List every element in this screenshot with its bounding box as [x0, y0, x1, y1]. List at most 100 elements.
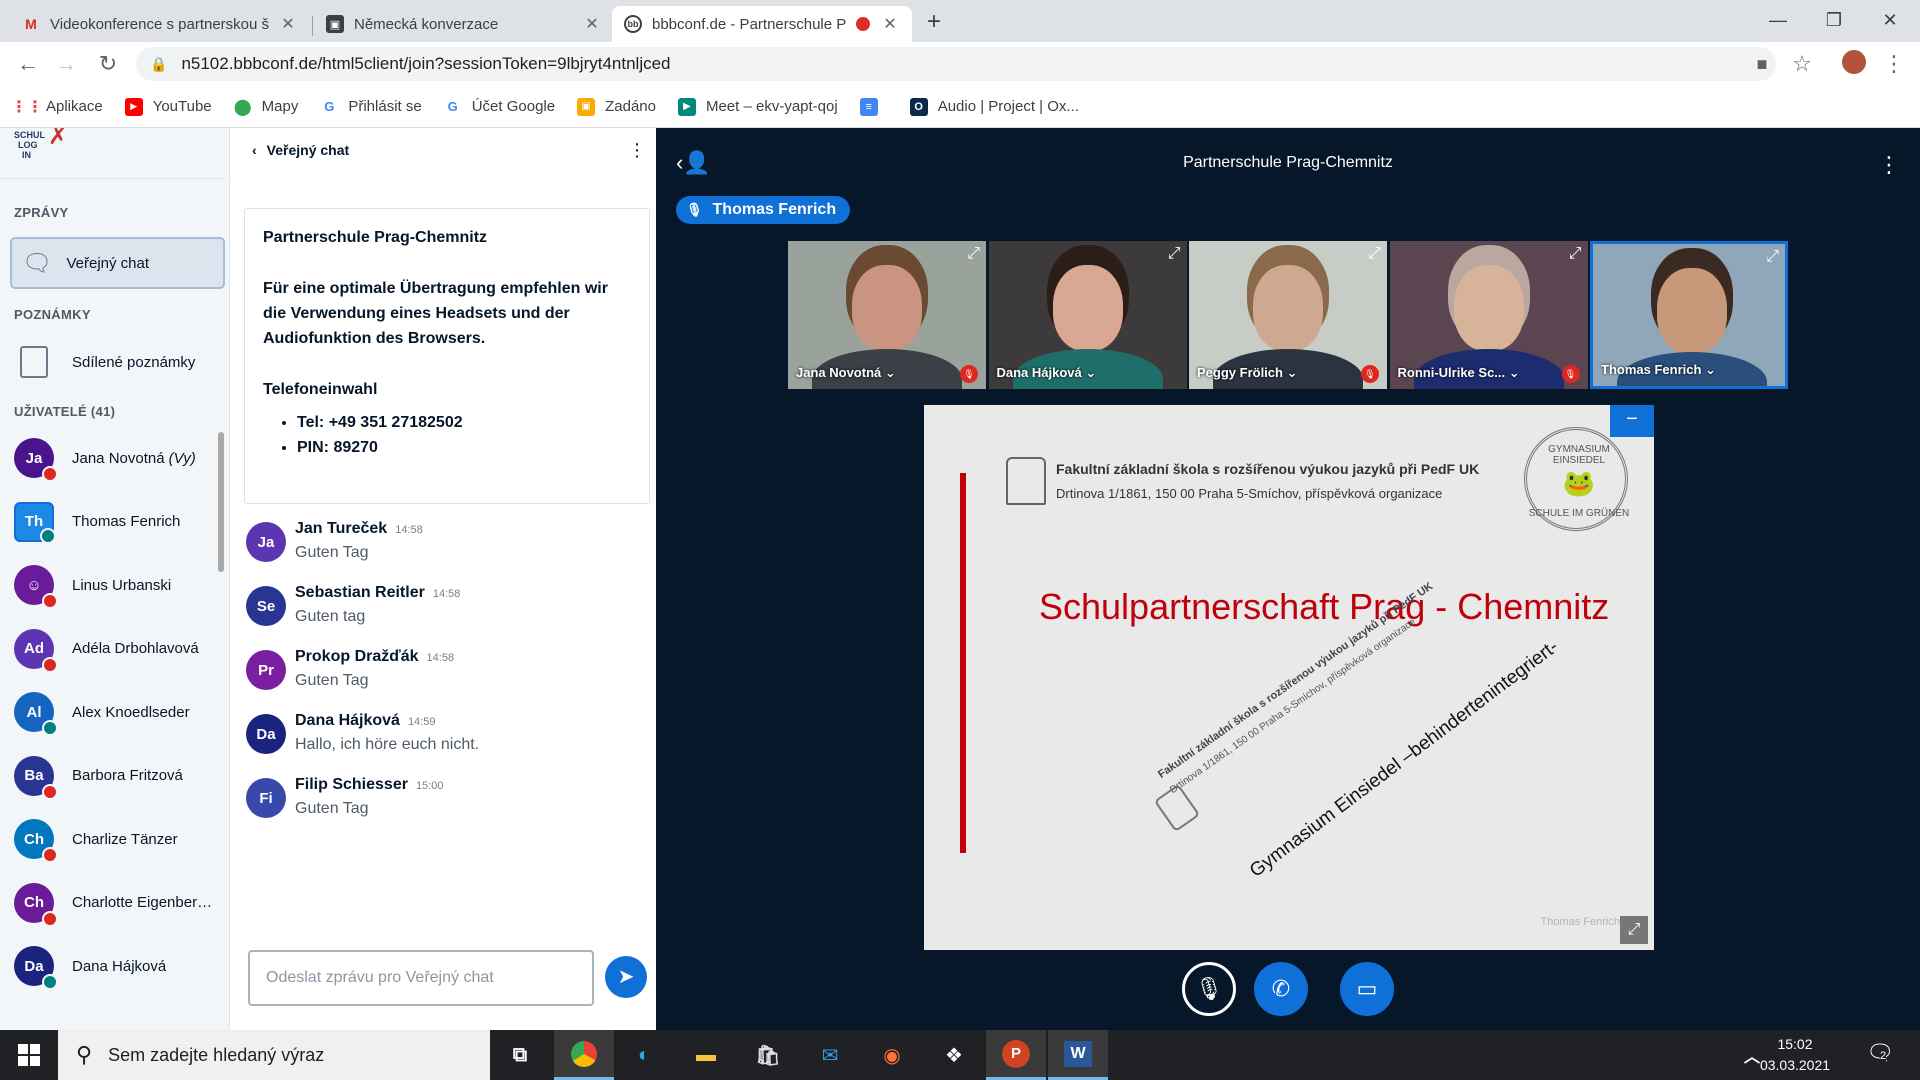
bookmark-signin[interactable]: G Přihlásit se — [320, 98, 421, 116]
webcam-tile[interactable]: ⤢ Thomas Fenrich ⌄ — [1590, 241, 1788, 389]
edge-taskbar-icon[interactable]: ◐ — [614, 1030, 674, 1080]
webcam-strip: ⤢ Jana Novotná ⌄ 🎙 ⤢ Dana Hájková ⌄ ⤢ Peggy Fr… — [788, 241, 1788, 391]
back-icon[interactable]: ← — [14, 50, 42, 78]
user-list-item[interactable]: Ad Adéla Drbohlavová — [14, 619, 219, 679]
bookmark-audio-project[interactable]: O Audio | Project | Ox... — [909, 97, 1079, 116]
user-list-item[interactable]: ☺ Linus Urbanski — [14, 555, 219, 615]
tab-gmail[interactable]: M Videokonference s partnerskou š ✕ — [10, 6, 310, 42]
microphone-icon — [42, 974, 58, 990]
webcam-user-name[interactable]: Jana Novotná ⌄ — [796, 365, 896, 381]
fullscreen-icon[interactable]: ⤢ — [1569, 245, 1582, 263]
bookmark-meet[interactable]: ▶ Meet – ekv-yapt-qoj — [677, 97, 838, 116]
muted-mic-icon — [42, 593, 58, 609]
webcam-tile[interactable]: ⤢ Jana Novotná ⌄ 🎙 — [788, 241, 986, 389]
user-list-item[interactable]: Ch Charlize Tänzer — [14, 809, 219, 869]
chat-header[interactable]: ‹ Veřejný chat — [252, 142, 349, 158]
user-list-item[interactable]: Ba Barbora Fritzová — [14, 746, 219, 806]
taskbar-search-box[interactable]: ⚲ Sem zadejte hledaný výraz — [58, 1030, 490, 1080]
close-window-icon[interactable]: ✕ — [1862, 0, 1918, 42]
bookmark-apps[interactable]: ⋮⋮ Aplikace — [11, 98, 103, 116]
task-view-icon[interactable]: ⧉ — [490, 1030, 550, 1080]
store-icon[interactable]: 🛍 — [738, 1030, 798, 1080]
chat-options-icon[interactable]: ⋮ — [628, 140, 646, 161]
classroom-icon: ▣ — [326, 15, 344, 33]
close-icon[interactable]: ✕ — [582, 14, 602, 34]
forward-icon[interactable]: → — [52, 50, 80, 78]
star-icon[interactable]: ☆ — [1788, 50, 1816, 78]
user-list-item[interactable]: Th Thomas Fenrich — [14, 492, 219, 552]
user-list-item[interactable]: Al Alex Knoedlseder — [14, 682, 219, 742]
fullscreen-icon[interactable]: ⤢ — [1168, 245, 1181, 263]
message-text: Guten Tag — [295, 672, 369, 689]
tab-bbbconf[interactable]: bb bbbconf.de - Partnerschule P ✕ — [612, 6, 912, 42]
reload-icon[interactable]: ↻ — [94, 50, 122, 78]
camera-icon[interactable]: ■ — [1748, 50, 1776, 78]
mute-microphone-button[interactable]: 🎙 — [1182, 962, 1236, 1016]
webcam-user-name[interactable]: Dana Hájková ⌄ — [997, 365, 1097, 381]
meet-icon: ▶ — [677, 97, 696, 116]
leave-audio-button[interactable]: ✆ — [1254, 962, 1308, 1016]
user-list-item[interactable]: Ch Charlotte Eigenberg… — [14, 873, 219, 933]
avatar: Ja — [246, 522, 286, 562]
fullscreen-icon[interactable]: ⤢ — [967, 245, 980, 263]
address-bar[interactable]: 🔒 n5102.bbbconf.de/html5client/join?sess… — [136, 47, 1776, 81]
user-name: Charlotte Eigenberg… — [72, 894, 219, 911]
webcam-user-name[interactable]: Thomas Fenrich ⌄ — [1601, 362, 1716, 378]
search-icon: ⚲ — [76, 1042, 93, 1067]
avatar: Fi — [246, 778, 286, 818]
new-tab-button[interactable]: + — [920, 8, 948, 36]
notification-center-icon[interactable]: 🗨2 — [1866, 1040, 1894, 1066]
tab-classroom[interactable]: ▣ Německá konverzace ✕ — [314, 6, 614, 42]
minimize-presentation-button[interactable]: − — [1610, 405, 1654, 437]
share-webcam-button[interactable]: ▭ — [1340, 962, 1394, 1016]
webcam-person — [1453, 265, 1524, 351]
user-name: Barbora Fritzová — [72, 767, 183, 784]
muted-mic-icon — [42, 466, 58, 482]
bookmark-youtube[interactable]: ▶ YouTube — [124, 97, 212, 116]
webcam-tile[interactable]: ⤢ Ronni-Ulrike Sc... ⌄ 🎙 — [1389, 241, 1588, 389]
user-list-item[interactable]: Ja Jana Novotná (Vy) — [14, 428, 219, 488]
message-text: Guten Tag — [295, 800, 369, 817]
taskbar-clock[interactable]: 15:02 03.03.2021 — [1740, 1034, 1850, 1076]
schul-login-logo: SCHUL LOG IN ✗ — [14, 128, 69, 160]
slide-red-bar — [960, 473, 966, 853]
restore-icon[interactable]: ❐ — [1806, 0, 1862, 42]
mail-icon[interactable]: ✉ — [800, 1030, 860, 1080]
powerpoint-icon[interactable]: P — [986, 1030, 1046, 1080]
minimize-icon[interactable]: — — [1750, 0, 1806, 42]
welcome-body: Für eine optimale Übertragung empfehlen … — [263, 280, 608, 347]
bookmark-docs[interactable]: ≡ — [859, 97, 888, 116]
meeting-area: ‹👤 Partnerschule Prag-Chemnitz ⋮ 🎙 Thoma… — [656, 128, 1920, 1030]
close-icon[interactable]: ✕ — [880, 14, 900, 34]
bookmark-assigned[interactable]: ▣ Zadáno — [577, 97, 656, 116]
bookmark-google-account[interactable]: G Účet Google — [444, 98, 555, 116]
chat-message-input[interactable]: Odeslat zprávu pro Veřejný chat — [248, 950, 594, 1006]
webcam-user-name[interactable]: Peggy Frölich ⌄ — [1197, 365, 1297, 381]
user-list-item[interactable]: Da Dana Hájková — [14, 936, 219, 996]
muted-mic-icon — [42, 910, 58, 927]
recording-icon — [856, 17, 870, 31]
firefox-icon[interactable]: ◉ — [862, 1030, 922, 1080]
shared-notes-item[interactable]: Sdílené poznámky — [10, 338, 225, 386]
webcam-tile[interactable]: ⤢ Peggy Frölich ⌄ 🎙 — [1189, 241, 1387, 389]
public-chat-item[interactable]: 🗨 Veřejný chat — [10, 237, 225, 289]
profile-avatar[interactable] — [1840, 50, 1868, 78]
bookmark-maps[interactable]: ⬤ Mapy — [234, 98, 299, 116]
webcam-user-name[interactable]: Ronni-Ulrike Sc... ⌄ — [1398, 365, 1520, 381]
avatar: Ad — [14, 628, 58, 673]
fullscreen-icon[interactable]: ⤢ — [1368, 245, 1381, 263]
send-message-button[interactable]: ➤ — [605, 956, 647, 998]
chrome-taskbar-icon[interactable] — [554, 1030, 614, 1080]
windows-start-button[interactable] — [0, 1030, 58, 1080]
fullscreen-icon[interactable]: ⤢ — [1620, 916, 1648, 944]
browser-menu-icon[interactable]: ⋮ — [1880, 50, 1908, 78]
classroom-icon: ▣ — [577, 97, 596, 116]
dropbox-icon[interactable]: ❖ — [924, 1030, 984, 1080]
webcam-tile[interactable]: ⤢ Dana Hájková ⌄ — [988, 241, 1187, 389]
user-list-scrollbar[interactable] — [218, 432, 224, 572]
fullscreen-icon[interactable]: ⤢ — [1766, 248, 1779, 266]
word-icon[interactable]: W — [1048, 1030, 1108, 1080]
meeting-options-icon[interactable]: ⋮ — [1878, 152, 1900, 178]
close-icon[interactable]: ✕ — [278, 14, 298, 34]
file-explorer-icon[interactable]: ▬ — [676, 1030, 736, 1080]
